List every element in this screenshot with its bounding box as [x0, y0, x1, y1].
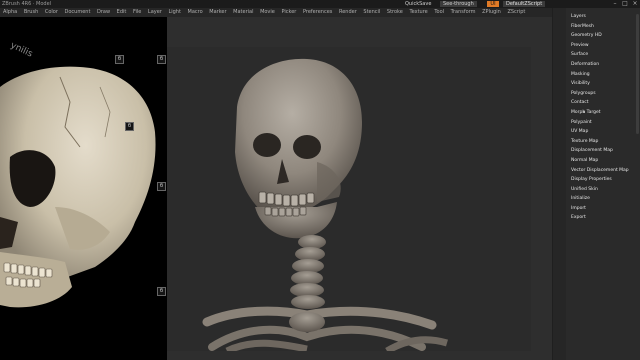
reference-skull-photo: ynilis: [0, 41, 156, 308]
subpalette-export[interactable]: Export: [571, 213, 640, 223]
subpalette-layers[interactable]: Layers: [571, 12, 640, 22]
tray-marker-icon: б: [157, 287, 166, 296]
menu-stroke[interactable]: Stroke: [387, 8, 403, 17]
cursor-dot-icon: [583, 111, 585, 113]
tray-marker-icon: б: [157, 182, 166, 191]
menu-alpha[interactable]: Alpha: [3, 8, 17, 17]
skeleton-model: [202, 58, 449, 351]
canvas-area[interactable]: [167, 17, 552, 360]
tool-palette: Layers FiberMesh Geometry HD Preview Sur…: [552, 8, 640, 360]
subpalette-surface[interactable]: Surface: [571, 50, 640, 60]
menu-material[interactable]: Material: [233, 8, 253, 17]
subpalette-geometry-hd[interactable]: Geometry HD: [571, 31, 640, 41]
menu-picker[interactable]: Picker: [281, 8, 296, 17]
menu-document[interactable]: Document: [65, 8, 91, 17]
tray-marker-icon: б: [125, 122, 134, 131]
menu-macro[interactable]: Macro: [188, 8, 203, 17]
menu-edit[interactable]: Edit: [117, 8, 127, 17]
subpalette-fibermesh[interactable]: FiberMesh: [571, 22, 640, 32]
menu-stencil[interactable]: Stencil: [363, 8, 380, 17]
close-icon[interactable]: ×: [632, 1, 638, 7]
menu-draw[interactable]: Draw: [97, 8, 110, 17]
menu-movie[interactable]: Movie: [260, 8, 275, 17]
subpalette-unified-skin[interactable]: Unified Skin: [571, 185, 640, 195]
subpalette-masking[interactable]: Masking: [571, 70, 640, 80]
tray-marker-icon: б: [115, 55, 124, 64]
subpalette-vector-displacement-map[interactable]: Vector Displacement Map: [571, 166, 640, 176]
menu-color[interactable]: Color: [45, 8, 58, 17]
subpalette-polygroups[interactable]: Polygroups: [571, 89, 640, 99]
subpalette-display-properties[interactable]: Display Properties: [571, 175, 640, 185]
title-bar: ZBrush 4R6 · Model QuickSave See-through…: [0, 0, 640, 8]
menu-texture[interactable]: Texture: [409, 8, 427, 17]
document-canvas[interactable]: [167, 47, 531, 351]
subpalette-polypaint[interactable]: Polypaint: [571, 118, 640, 128]
ui-menu-button[interactable]: UI: [487, 1, 499, 7]
menu-zplugin[interactable]: ZPlugin: [482, 8, 501, 17]
menu-transform[interactable]: Transform: [451, 8, 476, 17]
subpalette-import[interactable]: Import: [571, 204, 640, 214]
watermark-text: ynilis: [9, 41, 35, 60]
minimize-icon[interactable]: –: [612, 1, 618, 7]
quicksave-button[interactable]: QuickSave: [405, 0, 431, 8]
subpalette-displacement-map[interactable]: Displacement Map: [571, 146, 640, 156]
tool-subpalette-list: Layers FiberMesh Geometry HD Preview Sur…: [571, 12, 640, 223]
menu-preferences[interactable]: Preferences: [303, 8, 332, 17]
subpalette-visibility[interactable]: Visibility: [571, 79, 640, 89]
subpalette-normal-map[interactable]: Normal Map: [571, 156, 640, 166]
maximize-icon[interactable]: □: [622, 1, 628, 7]
reference-image-panel[interactable]: ynilis б б б б б: [0, 17, 167, 360]
menu-marker[interactable]: Marker: [209, 8, 226, 17]
menu-zscript[interactable]: ZScript: [507, 8, 525, 17]
tray-marker-icon: б: [157, 55, 166, 64]
menu-file[interactable]: File: [133, 8, 141, 17]
subpalette-deformation[interactable]: Deformation: [571, 60, 640, 70]
menu-brush[interactable]: Brush: [24, 8, 38, 17]
subpalette-contact[interactable]: Contact: [571, 98, 640, 108]
menu-render[interactable]: Render: [339, 8, 357, 17]
default-zscript-button[interactable]: DefaultZScript: [503, 1, 546, 7]
menu-tool[interactable]: Tool: [434, 8, 444, 17]
subpalette-texture-map[interactable]: Texture Map: [571, 137, 640, 147]
main-menu-bar: Alpha Brush Color Document Draw Edit Fil…: [0, 8, 552, 17]
window-title: ZBrush 4R6 · Model: [2, 1, 52, 7]
subpalette-preview[interactable]: Preview: [571, 41, 640, 51]
subpalette-morph-target[interactable]: Morph Target: [571, 108, 640, 118]
menu-light[interactable]: Light: [168, 8, 180, 17]
subpalette-initialize[interactable]: Initialize: [571, 194, 640, 204]
subpalette-uv-map[interactable]: UV Map: [571, 127, 640, 137]
menu-layer[interactable]: Layer: [148, 8, 162, 17]
see-through-slider[interactable]: See-through: [440, 1, 477, 7]
palette-gutter: [553, 8, 566, 360]
